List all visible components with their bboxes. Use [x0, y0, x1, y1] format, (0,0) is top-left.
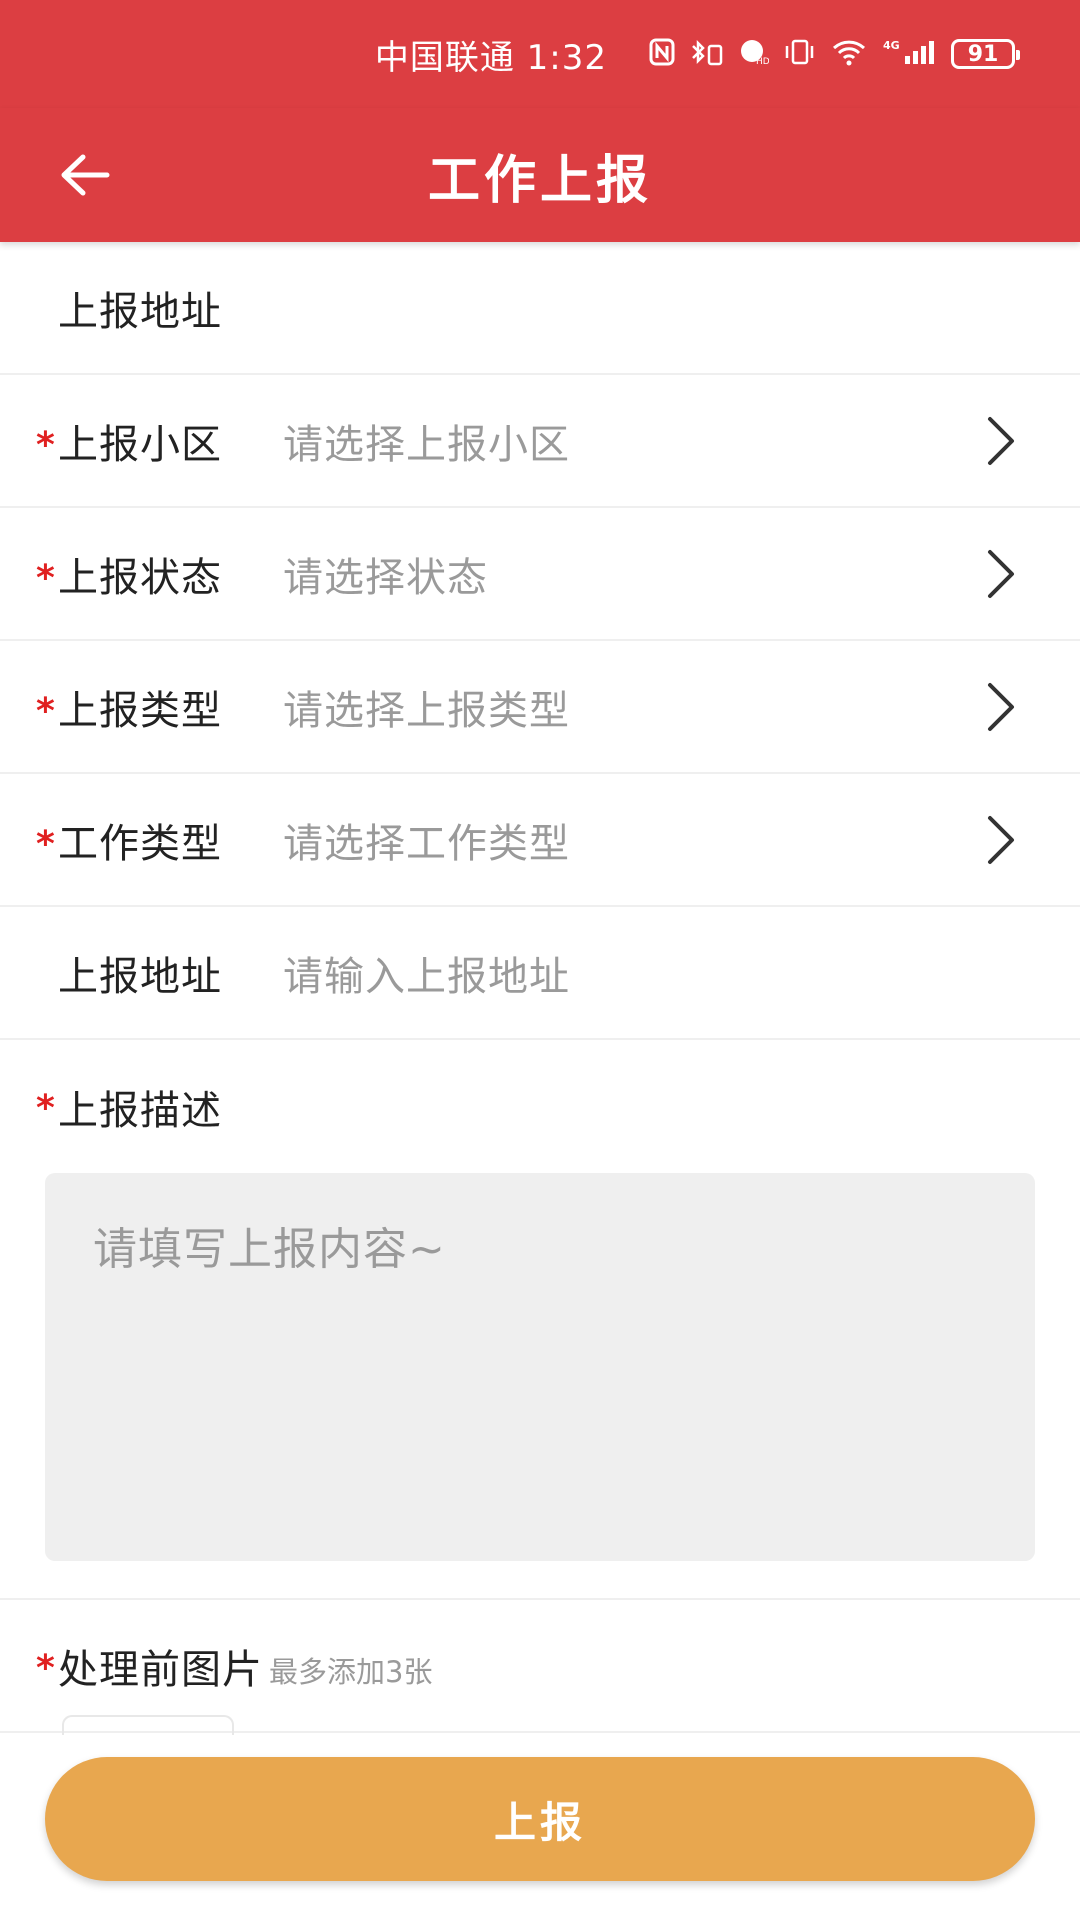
back-button[interactable] — [52, 142, 118, 208]
required-mark: * — [36, 1648, 55, 1689]
community-placeholder: 请选择上报小区 — [283, 421, 570, 468]
photos-hint: 最多添加3张 — [269, 1654, 433, 1689]
community-select[interactable]: * 上报小区 请选择上报小区 — [0, 375, 1080, 508]
section-header-label: 上报地址 — [58, 288, 222, 335]
required-mark: * — [36, 1088, 55, 1129]
carrier-name: 中国联通 — [374, 37, 515, 78]
status-icons: HD 4G 91 — [649, 38, 1020, 71]
photo-upload-slot[interactable] — [62, 1715, 234, 1735]
status-select[interactable]: * 上报状态 请选择状态 — [0, 508, 1080, 641]
chevron-right-icon — [988, 683, 1014, 731]
app-bar: 工作上报 — [0, 108, 1080, 242]
address-input-row[interactable]: 上报地址 请输入上报地址 — [0, 907, 1080, 1040]
page-title: 工作上报 — [427, 150, 652, 211]
bluetooth-icon — [689, 38, 725, 71]
nfc-icon — [649, 38, 675, 71]
required-mark: * — [36, 824, 55, 865]
photos-header: * 处理前图片 最多添加3张 — [0, 1600, 1080, 1733]
report-type-label: 上报类型 — [58, 687, 222, 734]
description-label: 上报描述 — [58, 1087, 222, 1134]
hd-icon: HD — [739, 38, 770, 71]
required-mark: * — [36, 691, 55, 732]
status-bar: 中国联通 1:32 HD 4G 91 — [0, 0, 1080, 108]
required-mark: * — [36, 558, 55, 599]
signal-icon: 4G — [883, 38, 937, 71]
submit-button[interactable]: 上报 — [45, 1757, 1035, 1881]
address-input[interactable]: 请输入上报地址 — [283, 944, 570, 1002]
status-placeholder: 请选择状态 — [283, 554, 488, 601]
status-carrier-time: 中国联通 1:32 — [375, 30, 607, 79]
svg-text:4G: 4G — [883, 39, 900, 52]
chevron-right-icon — [988, 816, 1014, 864]
report-type-select[interactable]: * 上报类型 请选择上报类型 — [0, 641, 1080, 774]
work-type-placeholder: 请选择工作类型 — [283, 820, 570, 867]
section-header-address: 上报地址 — [0, 242, 1080, 375]
chevron-right-icon — [988, 550, 1014, 598]
description-header: * 上报描述 — [0, 1040, 1080, 1173]
battery-icon: 91 — [951, 39, 1020, 69]
address-label: 上报地址 — [58, 953, 222, 1000]
svg-text:HD: HD — [756, 57, 769, 66]
chevron-right-icon — [988, 417, 1014, 465]
clock: 1:32 — [526, 37, 607, 78]
photos-label: 处理前图片 — [58, 1646, 263, 1693]
arrow-left-icon — [61, 154, 110, 196]
community-label: 上报小区 — [58, 421, 222, 468]
report-form: 上报地址 * 上报小区 请选择上报小区 * 上报状态 请选择状态 * 上报类型 … — [0, 242, 1080, 1733]
description-textarea[interactable]: 请填写上报内容~ — [45, 1173, 1035, 1561]
vibrate-icon — [783, 38, 817, 71]
description-wrap: 请填写上报内容~ — [0, 1173, 1080, 1600]
status-label: 上报状态 — [58, 554, 222, 601]
work-type-label: 工作类型 — [58, 820, 222, 867]
wifi-icon — [831, 38, 869, 71]
required-mark: * — [36, 425, 55, 466]
work-type-select[interactable]: * 工作类型 请选择工作类型 — [0, 774, 1080, 907]
report-type-placeholder: 请选择上报类型 — [283, 687, 570, 734]
